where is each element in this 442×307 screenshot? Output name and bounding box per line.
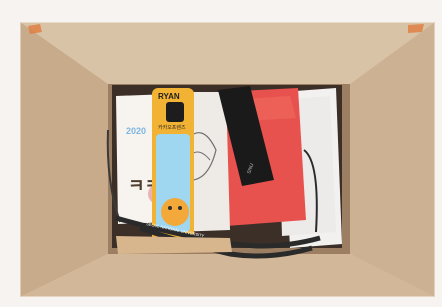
box-photo: 2020 ㅋㅋ RYAN 카카오프렌즈 SNU SEOUL NATIONAL U… xyxy=(20,22,435,297)
photo-frame: 2020 ㅋㅋ RYAN 카카오프렌즈 SNU SEOUL NATIONAL U… xyxy=(0,0,442,307)
toothbrush-brand: RYAN xyxy=(158,92,180,101)
booklet-year: 2020 xyxy=(126,126,146,136)
toothbrush-subtitle: 카카오프렌즈 xyxy=(158,124,186,131)
